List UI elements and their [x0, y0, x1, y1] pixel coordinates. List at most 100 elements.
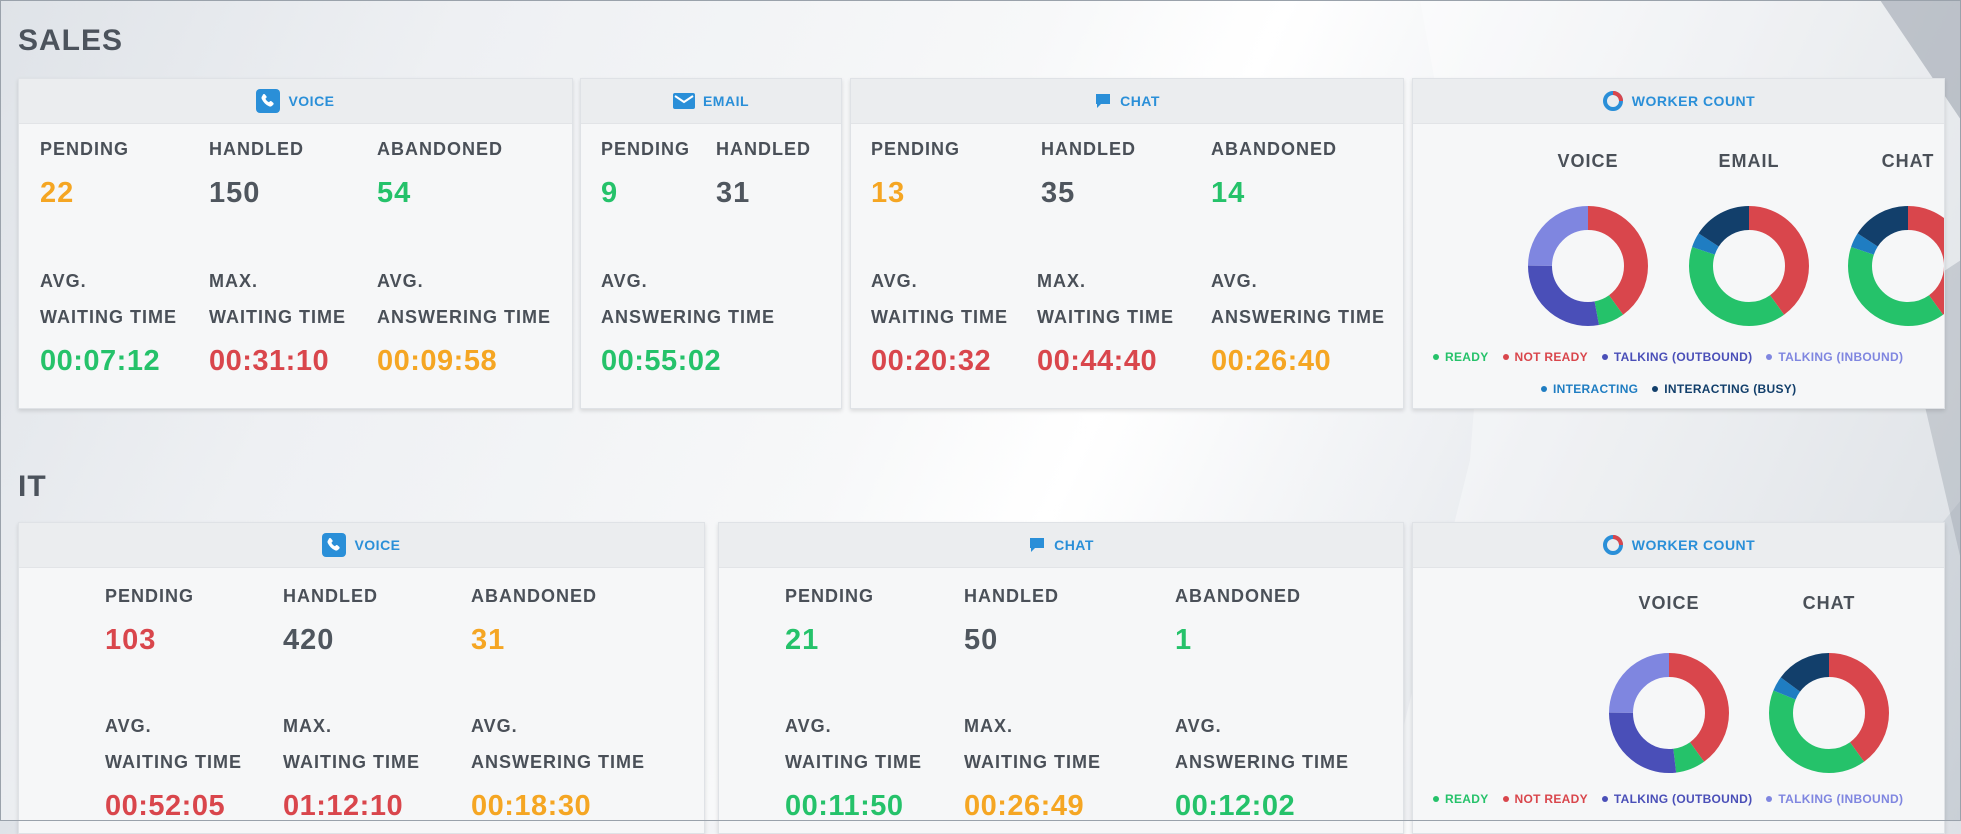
legend-row-1: READY NOT READY TALKING (OUTBOUND) TALKING …: [1433, 349, 1917, 364]
handled-label: HANDLED: [964, 586, 1059, 606]
abandoned-value: 14: [1211, 177, 1246, 209]
avg-waiting-label-2: WAITING TIME: [871, 307, 1008, 327]
legend-dot: [1433, 796, 1439, 802]
sales-worker-count-card: WORKER COUNT VOICE EMAIL CHAT READY NOT R…: [1412, 78, 1945, 409]
it-voice-card: VOICE PENDING 103 HANDLED 420 ABANDONED …: [18, 522, 705, 834]
avg-answering-label-2: ANSWERING TIME: [1175, 752, 1349, 772]
max-waiting-value: 00:26:49: [964, 790, 1085, 822]
handled-label: HANDLED: [716, 139, 811, 159]
legend-dot: [1502, 796, 1509, 802]
legend-dot: [1502, 354, 1509, 360]
legend-item-ready: READY: [1433, 350, 1489, 364]
avg-answering-label-2: ANSWERING TIME: [377, 307, 551, 327]
legend-label: READY: [1445, 792, 1489, 806]
legend-item-not-ready: NOT READY: [1502, 792, 1588, 806]
avg-answering-label-2: ANSWERING TIME: [1211, 307, 1385, 327]
sales-voice-card: VOICE PENDING 22 HANDLED 150 ABANDONED 5…: [18, 78, 573, 409]
handled-value: 150: [209, 177, 261, 209]
legend-dot: [1601, 354, 1608, 360]
avg-waiting-value: 00:52:05: [105, 790, 226, 822]
pending-value: 22: [40, 177, 75, 209]
abandoned-value: 54: [377, 177, 412, 209]
it-worker-count-header: WORKER COUNT: [1413, 523, 1944, 568]
donut-title-voice: VOICE: [1557, 151, 1619, 171]
abandoned-value: 31: [471, 624, 506, 656]
ring-icon: [1602, 534, 1624, 556]
max-waiting-value: 00:44:40: [1037, 345, 1158, 377]
pending-label: PENDING: [871, 139, 961, 159]
it-worker-count-card: WORKER COUNT VOICE CHAT READY NOT READY TA…: [1412, 522, 1945, 834]
max-waiting-label-2: WAITING TIME: [964, 752, 1101, 772]
avg-answering-value: 00:26:40: [1211, 345, 1332, 377]
avg-waiting-value: 00:11:50: [785, 790, 904, 822]
legend-item-talking-outbound: TALKING (OUTBOUND): [1601, 792, 1753, 806]
legend-item-interacting: INTERACTING: [1541, 382, 1638, 396]
sales-voice-header: VOICE: [19, 79, 572, 124]
legend-dot: [1766, 354, 1773, 360]
donut-chart-chat: [1769, 653, 1889, 773]
section-title-it: IT: [18, 470, 47, 503]
sales-worker-count-title: WORKER COUNT: [1631, 93, 1756, 109]
handled-label: HANDLED: [209, 139, 304, 159]
sales-email-card: EMAIL PENDING 9 HANDLED 31 AVG. ANSWERIN…: [580, 78, 842, 409]
handled-value: 420: [283, 624, 335, 656]
handled-label: HANDLED: [1041, 139, 1136, 159]
it-chat-card: CHAT PENDING 21 HANDLED 50 ABANDONED 1 A…: [718, 522, 1404, 834]
avg-waiting-label-1: AVG.: [105, 716, 152, 736]
phone-icon: [256, 89, 281, 113]
abandoned-label: ABANDONED: [1175, 586, 1301, 606]
legend-label: TALKING (INBOUND): [1778, 350, 1904, 364]
donut-title-chat: CHAT: [1881, 151, 1935, 171]
max-waiting-value: 01:12:10: [283, 790, 404, 822]
avg-waiting-label-2: WAITING TIME: [105, 752, 242, 772]
legend-dot: [1433, 354, 1439, 360]
legend-label: NOT READY: [1514, 792, 1588, 806]
max-waiting-label-2: WAITING TIME: [209, 307, 346, 327]
avg-answering-label-1: AVG.: [1175, 716, 1222, 736]
avg-answering-label-2: ANSWERING TIME: [601, 307, 775, 327]
pending-value: 9: [601, 177, 619, 209]
envelope-icon: [672, 93, 695, 109]
max-waiting-value: 00:31:10: [209, 345, 330, 377]
handled-label: HANDLED: [283, 586, 378, 606]
avg-answering-label-1: AVG.: [471, 716, 518, 736]
avg-waiting-label-2: WAITING TIME: [40, 307, 177, 327]
avg-waiting-value: 00:20:32: [871, 345, 992, 377]
legend-label: READY: [1445, 350, 1489, 364]
max-waiting-label-2: WAITING TIME: [1037, 307, 1174, 327]
abandoned-label: ABANDONED: [377, 139, 503, 159]
legend-item-not-ready: NOT READY: [1502, 350, 1588, 364]
avg-answering-value: 00:18:30: [471, 790, 592, 822]
legend-item-interacting-busy: INTERACTING (BUSY): [1652, 382, 1796, 396]
legend-label: INTERACTING (BUSY): [1664, 382, 1797, 396]
avg-answering-value: 00:09:58: [377, 345, 498, 377]
section-title-sales: SALES: [18, 24, 124, 57]
max-waiting-label-1: MAX.: [1037, 271, 1086, 291]
pending-label: PENDING: [40, 139, 130, 159]
legend-item-talking-inbound: TALKING (INBOUND): [1766, 792, 1903, 806]
ring-icon: [1602, 90, 1624, 112]
donut-title-voice: VOICE: [1638, 593, 1700, 613]
legend-label: INTERACTING: [1553, 382, 1639, 396]
pending-value: 13: [871, 177, 906, 209]
chat-bubble-icon: [1094, 92, 1112, 110]
avg-waiting-value: 00:07:12: [40, 345, 161, 377]
handled-value: 35: [1041, 177, 1076, 209]
donut-chart-voice: [1609, 653, 1729, 773]
abandoned-value: 1: [1175, 624, 1193, 656]
legend-dot: [1766, 796, 1773, 802]
legend-dot: [1541, 386, 1547, 392]
it-voice-header: VOICE: [19, 523, 704, 568]
legend-label: TALKING (INBOUND): [1778, 792, 1904, 806]
legend-dot: [1652, 386, 1659, 392]
avg-answering-label-1: AVG.: [601, 271, 648, 291]
sales-chat-header: CHAT: [851, 79, 1403, 124]
legend-item-talking-outbound: TALKING (OUTBOUND): [1601, 350, 1753, 364]
it-chat-header: CHAT: [719, 523, 1403, 568]
donut-title-chat: CHAT: [1802, 593, 1856, 613]
avg-answering-label-1: AVG.: [377, 271, 424, 291]
sales-email-title: EMAIL: [702, 93, 750, 109]
it-chat-title: CHAT: [1054, 537, 1094, 553]
legend-label: TALKING (OUTBOUND): [1613, 350, 1753, 364]
avg-answering-value: 00:12:02: [1175, 790, 1296, 822]
